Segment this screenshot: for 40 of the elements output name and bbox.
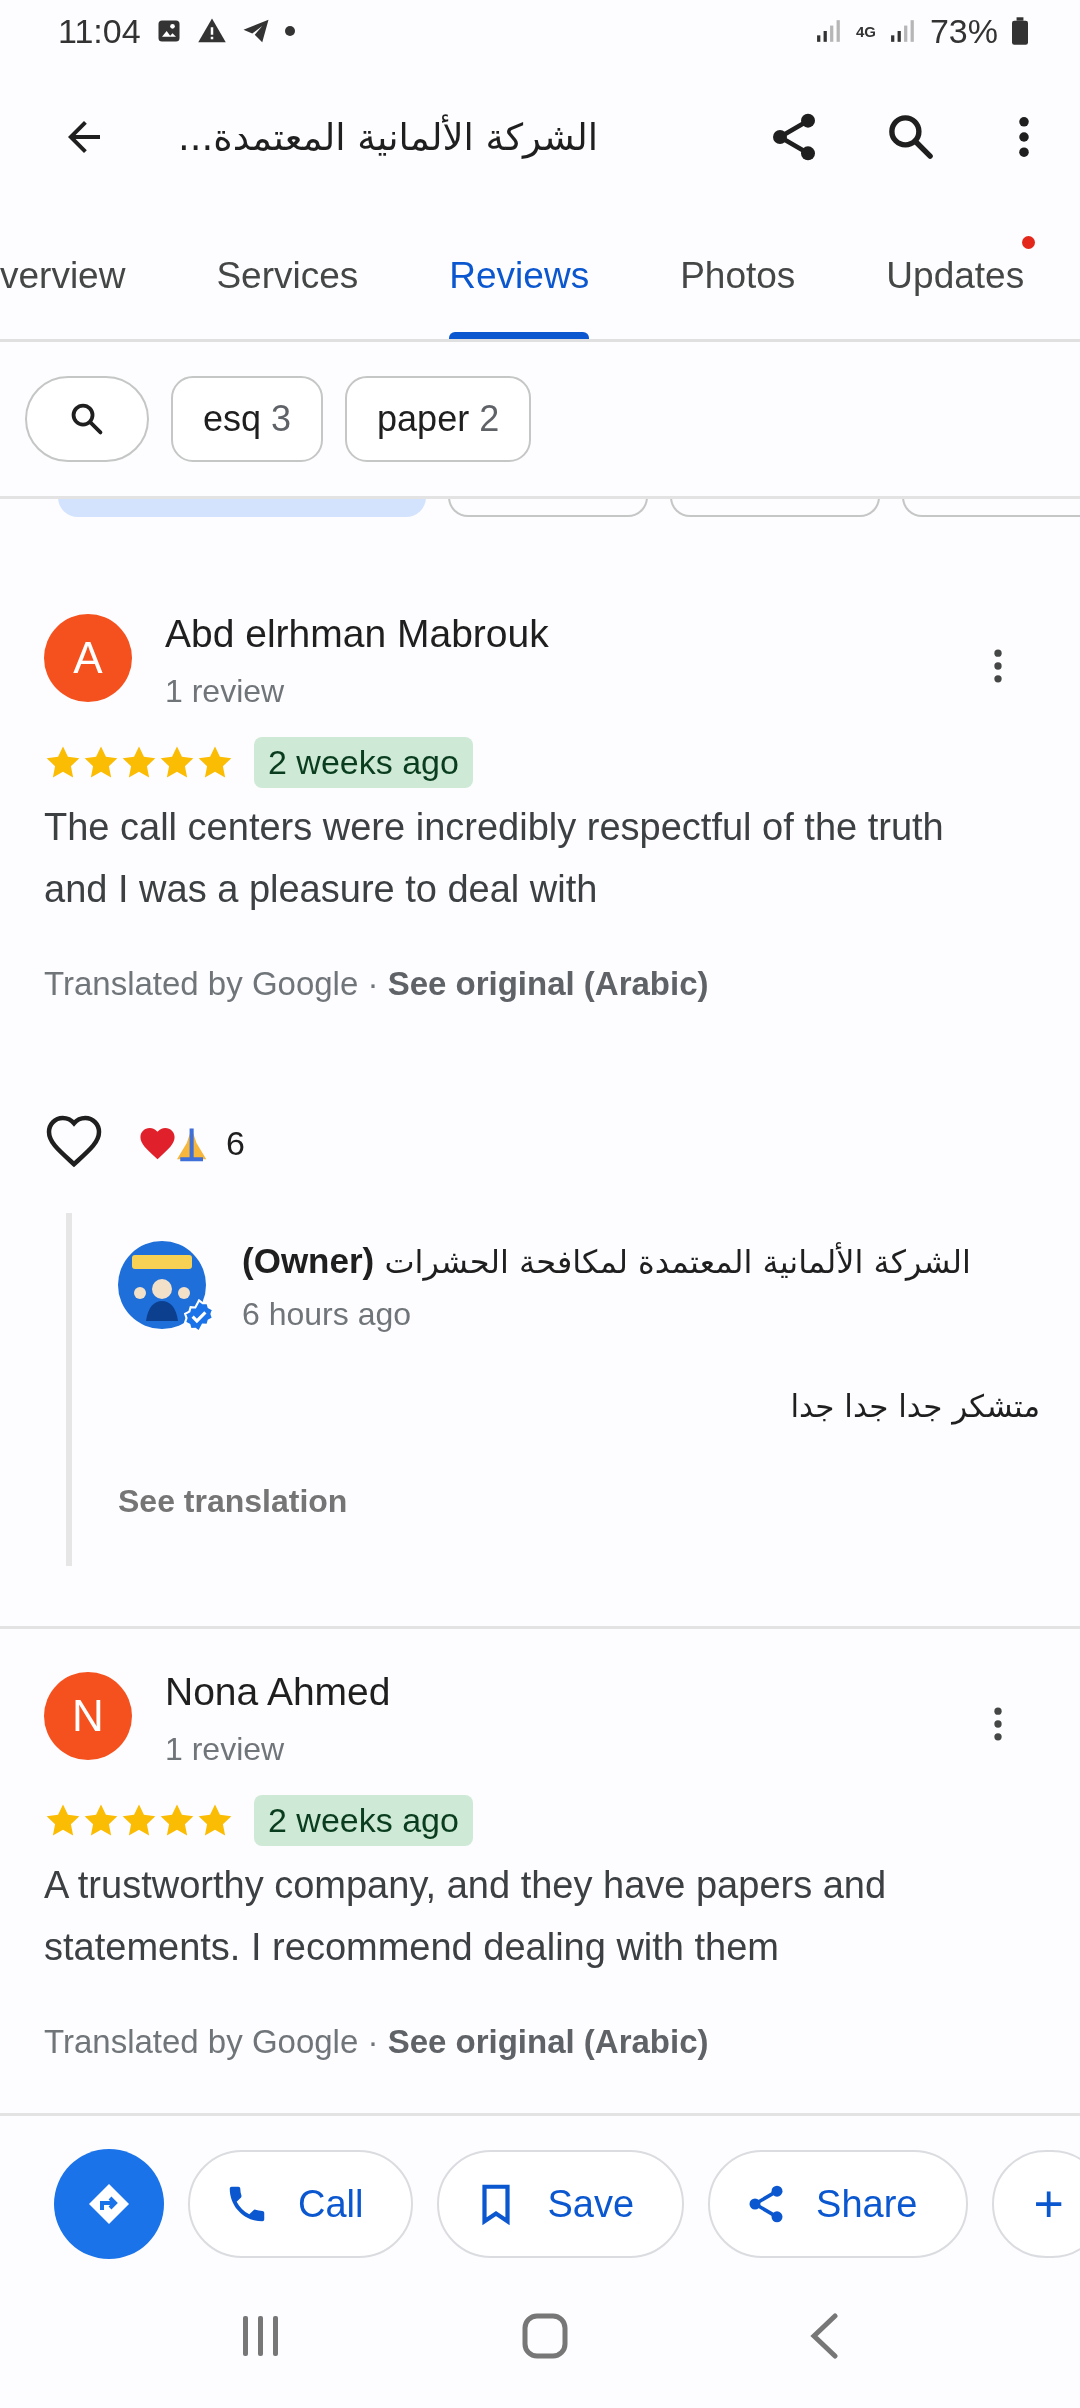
review-date: 2 weeks ago: [254, 737, 473, 788]
tab[interactable]: Reviews: [449, 212, 590, 339]
reviewer-name[interactable]: Nona Ahmed: [165, 1671, 976, 1713]
call-button[interactable]: Call: [188, 2150, 414, 2258]
tab[interactable]: Services: [216, 212, 359, 339]
recent-apps-icon[interactable]: [240, 2314, 281, 2358]
tab[interactable]: verview: [0, 212, 126, 339]
reaction-count: 6: [226, 1123, 245, 1163]
save-button[interactable]: Save: [437, 2150, 685, 2258]
place-title: الشركة الألمانية المعتمدة...: [178, 115, 598, 159]
network-label: 4G: [855, 23, 876, 39]
back-icon[interactable]: [809, 2313, 840, 2359]
status-time: 11:04: [58, 11, 141, 51]
review-text: A trustworthy company, and they have papers and statements. I recommend dealing with them: [44, 1863, 888, 1970]
battery-level: 73%: [929, 11, 998, 51]
home-icon[interactable]: [522, 2313, 568, 2359]
tab[interactable]: Updates: [886, 212, 1025, 339]
add-button[interactable]: +: [991, 2150, 1080, 2258]
review-count: 1 review: [165, 673, 286, 710]
share-button[interactable]: Share: [708, 2150, 968, 2258]
reply-text: متشكر جدا جدا جدا: [790, 1388, 1040, 1424]
reviewer-avatar: A: [44, 614, 132, 702]
filter-chip[interactable]: paper 2: [345, 376, 532, 462]
filter-chip[interactable]: esq 3: [171, 376, 324, 462]
reviewer-name[interactable]: Abd elrhman Mabrouk: [165, 613, 976, 655]
see-original-link[interactable]: See original (Arabic): [387, 965, 709, 1002]
reply-time: 6 hours ago: [242, 1296, 412, 1333]
dot-icon: [284, 26, 295, 36]
review-text: The call centers were incredibly respectful of the truth and I was a pleasure to deal with: [44, 805, 945, 912]
see-original-link[interactable]: See original (Arabic): [387, 2023, 709, 2060]
tab[interactable]: Photos: [680, 212, 796, 339]
reviewer-avatar: N: [44, 1672, 132, 1760]
translation-note: Translated by Google · See original (Arabic): [44, 965, 710, 1003]
translation-note: Translated by Google · See original (Arabic): [44, 2023, 710, 2061]
review-date: 2 weeks ago: [254, 1795, 473, 1846]
battery-icon: [1012, 17, 1028, 45]
see-translation-link[interactable]: See translation: [118, 1483, 348, 1520]
signal-icon: [815, 18, 842, 44]
review-count: 1 review: [165, 1731, 286, 1768]
signal-icon: [889, 18, 916, 44]
